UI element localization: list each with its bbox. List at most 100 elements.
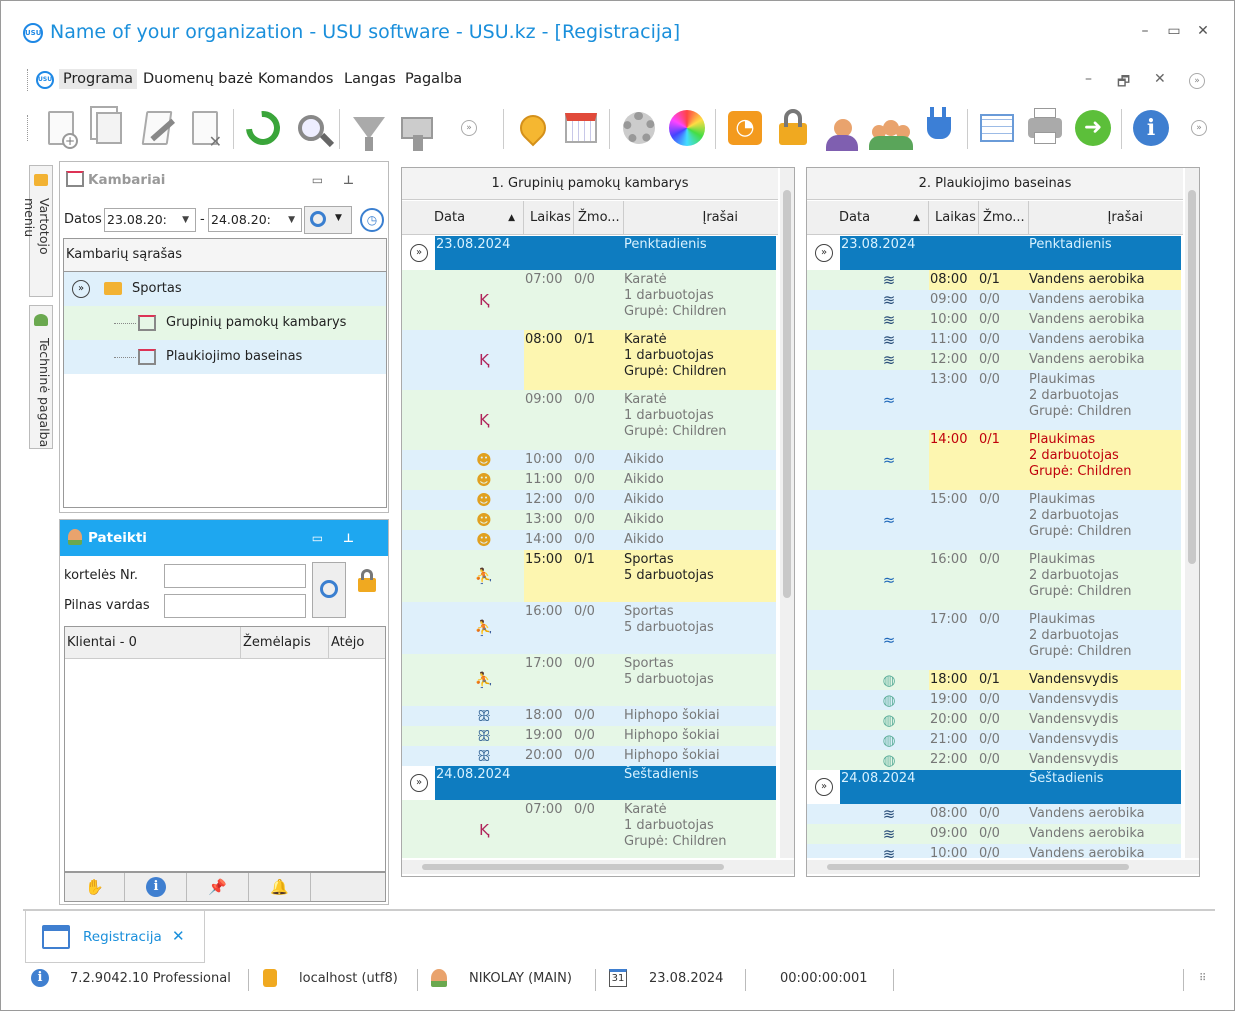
col-time[interactable]: Laikas — [524, 201, 574, 235]
tab-technical-support[interactable]: Techninė pagalba — [29, 305, 53, 449]
schedule-row[interactable]: Ⱪ 07:00 0/0 Karatė 1 darbuotojas Grupė: Child… — [402, 270, 776, 330]
grip-handle[interactable] — [27, 69, 30, 91]
pin-icon[interactable]: 📌 — [187, 873, 249, 901]
schedule-row[interactable]: ⛹ 16:00 0/0 Sportas 5 darbuotojas — [402, 602, 776, 654]
print-filter-icon[interactable] — [395, 103, 439, 153]
schedule-row[interactable]: ≋ 10:00 0/0 Vandens aerobika — [807, 310, 1181, 330]
search-icon[interactable] — [289, 103, 335, 153]
schedule-row[interactable]: ≈15:00 0/0 Plaukimas 2 darbuotojas Grupė: Ch… — [807, 490, 1181, 550]
schedule-row[interactable]: ☻ 10:00 0/0 Aikido — [402, 450, 776, 470]
card-number-input[interactable] — [164, 564, 306, 588]
menu-langas[interactable]: Langas — [344, 71, 396, 87]
menu-duomenu-baze[interactable]: Duomenų bazė — [143, 71, 253, 87]
tab-user-menu[interactable]: Vartotojo meniu — [22, 165, 53, 297]
panel-controls[interactable]: ▭⊥ — [312, 162, 374, 198]
collapse-icon[interactable]: » — [72, 280, 90, 298]
date-to-input[interactable]: 24.08.20: ▼ — [208, 208, 302, 232]
schedule-row[interactable]: ≋ 10:00 0/0 Vandens aerobika — [807, 844, 1181, 858]
bell-icon[interactable]: 🔔 — [249, 873, 311, 901]
tab-registracija[interactable]: Registracija ✕ — [25, 911, 205, 963]
menu-programa[interactable]: Programa — [59, 69, 138, 89]
full-name-input[interactable] — [164, 594, 306, 618]
schedule-row[interactable]: ☻ 13:00 0/0 Aikido — [402, 510, 776, 530]
toolbar-collapse-icon[interactable]: » — [457, 103, 481, 153]
printer-icon[interactable] — [1023, 103, 1067, 153]
schedule-row[interactable]: ≋ 09:00 0/0 Vandens aerobika — [807, 824, 1181, 844]
add-record-icon[interactable]: + — [39, 103, 83, 153]
rss-feed-icon[interactable]: ◔ — [723, 103, 767, 153]
day-header-row[interactable]: » 23.08.2024 Penktadienis — [807, 236, 1181, 270]
menu-komandos[interactable]: Komandos — [258, 71, 334, 87]
tab-close-icon[interactable]: ✕ — [172, 927, 185, 945]
schedule-row[interactable]: ≋ 11:00 0/0 Vandens aerobika — [807, 330, 1181, 350]
collapse-day-icon[interactable]: » — [815, 778, 833, 796]
lock-icon[interactable] — [771, 103, 815, 153]
schedule-row[interactable]: ◍ 22:00 0/0 Vandensvydis — [807, 750, 1181, 770]
schedule-row[interactable]: ◍ 19:00 0/0 Vandensvydis — [807, 690, 1181, 710]
collapse-day-icon[interactable]: » — [815, 244, 833, 262]
chevron-down-icon[interactable]: ▼ — [335, 213, 342, 223]
schedule-row[interactable]: Ⱪ 09:00 0/0 Karatė 1 darbuotojas Grupė: Child… — [402, 390, 776, 450]
minimize-icon[interactable]: – — [1135, 23, 1155, 39]
schedule-row[interactable]: Ⱪ 08:00 0/1 Karatė 1 darbuotojas Grupė: Child… — [402, 330, 776, 390]
schedule-row[interactable]: ≈13:00 0/0 Plaukimas 2 darbuotojas Grupė: Ch… — [807, 370, 1181, 430]
panel-controls[interactable]: ▭⊥ — [312, 520, 374, 556]
horizontal-scrollbar[interactable] — [807, 860, 1199, 874]
col-map[interactable]: Žemėlapis — [241, 627, 329, 659]
schedule-row[interactable]: ꕥ 19:00 0/0 Hiphopo šokiai — [402, 726, 776, 746]
vertical-scrollbar[interactable] — [1185, 168, 1199, 858]
plugin-icon[interactable] — [917, 103, 961, 153]
schedule-row[interactable]: ꕥ 20:00 0/0 Hiphopo šokiai — [402, 746, 776, 766]
col-records[interactable]: Įrašai — [624, 201, 778, 235]
col-time[interactable]: Laikas — [929, 201, 979, 235]
settings-gear-icon[interactable] — [617, 103, 661, 153]
tree-room-2[interactable]: Plaukiojimo baseinas — [64, 340, 386, 374]
col-date[interactable]: Data ▲ — [807, 201, 929, 235]
schedule-row[interactable]: ☻ 14:00 0/0 Aikido — [402, 530, 776, 550]
close-icon[interactable]: ✕ — [1193, 23, 1213, 39]
schedule-row[interactable]: ⛹ 17:00 0/0 Sportas 5 darbuotojas — [402, 654, 776, 706]
mdi-restore-icon[interactable]: 🗗 — [1117, 71, 1130, 95]
info-icon[interactable]: i — [1129, 103, 1173, 153]
maximize-icon[interactable]: ▭ — [1164, 23, 1184, 39]
vertical-scrollbar[interactable] — [780, 168, 794, 858]
col-arrived[interactable]: Atėjo — [329, 627, 385, 659]
mdi-minimize-icon[interactable]: – — [1085, 71, 1092, 87]
horizontal-scrollbar[interactable] — [402, 860, 794, 874]
collapse-day-icon[interactable]: » — [410, 774, 428, 792]
col-people[interactable]: Žmo... — [574, 201, 624, 235]
user-key-icon[interactable] — [821, 103, 865, 153]
schedule-row[interactable]: ◍ 18:00 0/1 Vandensvydis — [807, 670, 1181, 690]
forward-arrow-icon[interactable]: ➜ — [1071, 103, 1115, 153]
date-search-button[interactable]: ▼ — [304, 206, 352, 234]
color-palette-icon[interactable] — [665, 103, 709, 153]
edit-record-icon[interactable] — [135, 103, 179, 153]
schedule-row[interactable]: ≋ 12:00 0/0 Vandens aerobika — [807, 350, 1181, 370]
schedule-row[interactable]: ≋ 08:00 0/0 Vandens aerobika — [807, 804, 1181, 824]
hand-icon[interactable]: ✋ — [65, 873, 125, 901]
schedule-row[interactable]: ⛹ 15:00 0/1 Sportas 5 darbuotojas — [402, 550, 776, 602]
schedule-row[interactable]: ≋ 08:00 0/1 Vandens aerobika — [807, 270, 1181, 290]
filter-icon[interactable] — [347, 103, 391, 153]
schedule-row[interactable]: ≈14:00 0/1 Plaukimas 2 darbuotojas Grupė: Ch… — [807, 430, 1181, 490]
collapse-day-icon[interactable]: » — [410, 244, 428, 262]
col-records[interactable]: Įrašai — [1029, 201, 1183, 235]
calendar-icon[interactable] — [559, 103, 603, 153]
chevron-down-icon[interactable]: ▼ — [288, 209, 295, 231]
mdi-close-icon[interactable]: ✕ — [1154, 71, 1166, 87]
table-grid-icon[interactable] — [975, 103, 1019, 153]
menu-pagalba[interactable]: Pagalba — [405, 71, 462, 87]
schedule-row[interactable]: ≋ 09:00 0/0 Vandens aerobika — [807, 290, 1181, 310]
copy-record-icon[interactable] — [87, 103, 131, 153]
toolbar-grip[interactable] — [27, 115, 30, 141]
refresh-icon[interactable] — [239, 103, 287, 153]
schedule-row[interactable]: ꕥ 18:00 0/0 Hiphopo šokiai — [402, 706, 776, 726]
tree-room-1[interactable]: Grupinių pamokų kambarys — [64, 306, 386, 340]
info-button[interactable]: i — [125, 873, 187, 901]
clock-icon[interactable]: ◷ — [360, 208, 384, 232]
col-people[interactable]: Žmo... — [979, 201, 1029, 235]
menu-overflow-icon[interactable]: » — [1189, 73, 1205, 89]
resize-grip-icon[interactable]: ⠿ — [1199, 973, 1206, 984]
toolbar-overflow-icon[interactable]: » — [1187, 103, 1211, 153]
schedule-row[interactable]: ◍ 20:00 0/0 Vandensvydis — [807, 710, 1181, 730]
